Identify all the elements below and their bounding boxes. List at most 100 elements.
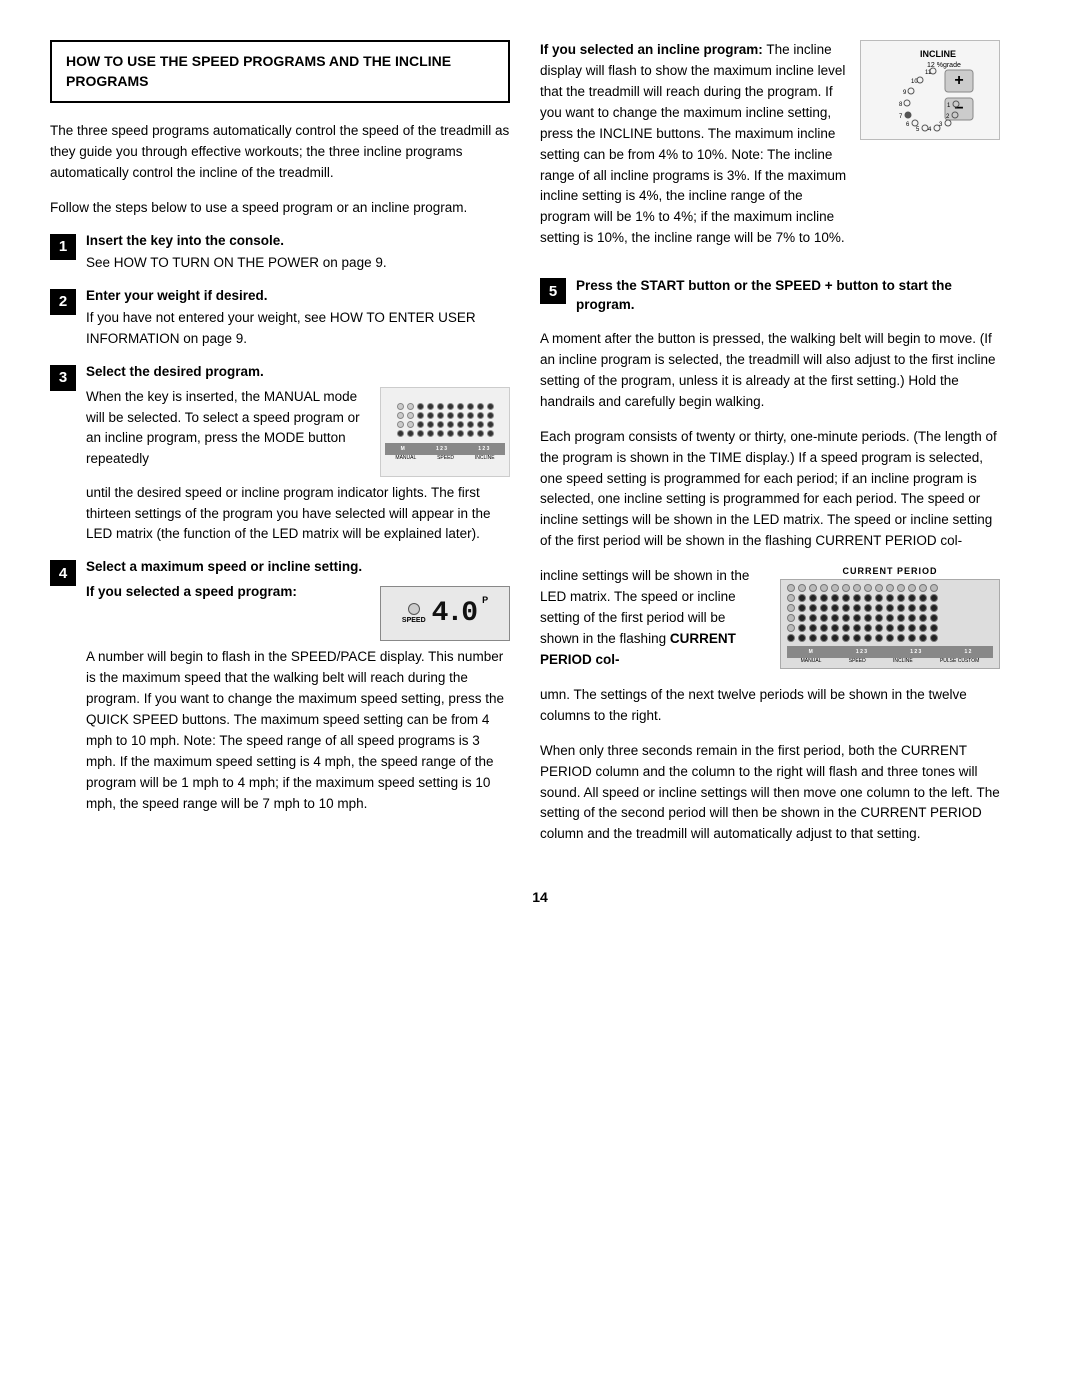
intro-para1: The three speed programs automatically c… xyxy=(50,121,510,184)
cp-dot xyxy=(853,634,861,642)
led-dot xyxy=(447,412,454,419)
step-3-title: Select the desired program. xyxy=(86,364,510,379)
cp-dot xyxy=(798,624,806,632)
svg-text:6: 6 xyxy=(906,122,910,128)
cp-dot xyxy=(864,594,872,602)
cp-dot xyxy=(919,634,927,642)
step-2: 2 Enter your weight if desired. If you h… xyxy=(50,288,510,350)
led-dot xyxy=(397,412,404,419)
cp-dot xyxy=(919,614,927,622)
cp-dot xyxy=(930,594,938,602)
cp-dot xyxy=(853,594,861,602)
cp-dot xyxy=(798,584,806,592)
led-dot xyxy=(477,430,484,437)
cp-dot xyxy=(831,624,839,632)
cp-dot xyxy=(820,634,828,642)
led-label-bar: M 1 2 3 1 2 3 xyxy=(385,443,505,455)
incline-intro: If you selected an incline program: The … xyxy=(540,40,848,249)
cp-dot xyxy=(886,584,894,592)
step-3-number: 3 xyxy=(50,365,76,391)
cp-dot xyxy=(853,604,861,612)
step-2-content: Enter your weight if desired. If you hav… xyxy=(86,288,510,350)
led-dot xyxy=(417,430,424,437)
section-header-box: HOW TO USE THE SPEED PROGRAMS AND THE IN… xyxy=(50,40,510,103)
cp-dot xyxy=(908,634,916,642)
led-dot xyxy=(477,403,484,410)
cp-dot xyxy=(853,584,861,592)
svg-text:5: 5 xyxy=(916,127,920,133)
led-row-1 xyxy=(397,403,494,410)
speed-program-label: If you selected a speed program: xyxy=(86,584,297,599)
cp-dot xyxy=(820,614,828,622)
incline-text: If you selected an incline program: The … xyxy=(540,40,848,263)
current-period-section: incline settings will be shown in the LE… xyxy=(540,566,1000,671)
led-matrix-diagram: M 1 2 3 1 2 3 MANUAL SPEED INCLINE xyxy=(380,387,510,477)
led-dot xyxy=(447,421,454,428)
cp-dot xyxy=(930,604,938,612)
step-2-number: 2 xyxy=(50,289,76,315)
step-2-body: If you have not entered your weight, see… xyxy=(86,308,510,350)
cp-dot xyxy=(809,624,817,632)
step-5-body2-start: Each program consists of twenty or thirt… xyxy=(540,427,1000,553)
cp-row-6 xyxy=(787,634,993,642)
cp-dot xyxy=(897,584,905,592)
step-5-title: Press the START button or the SPEED + bu… xyxy=(576,277,1000,315)
step-5-body1: A moment after the button is pressed, th… xyxy=(540,329,1000,413)
led-dot xyxy=(457,403,464,410)
cp-dot xyxy=(908,604,916,612)
led-dot xyxy=(457,412,464,419)
cp-dot xyxy=(864,624,872,632)
led-dot xyxy=(427,421,434,428)
cp-dot xyxy=(875,624,883,632)
cp-matrix: M 1 2 3 1 2 3 1 2 MANUAL SPEED INCLINE P… xyxy=(780,579,1000,669)
led-dot xyxy=(437,403,444,410)
cp-dot xyxy=(787,604,795,612)
svg-text:INCLINE: INCLINE xyxy=(920,49,956,59)
cp-dot xyxy=(897,624,905,632)
cp-dot xyxy=(919,624,927,632)
cp-dot xyxy=(875,594,883,602)
led-dot xyxy=(477,421,484,428)
cp-row-1 xyxy=(787,584,993,592)
led-dot xyxy=(397,430,404,437)
svg-text:3: 3 xyxy=(939,122,943,128)
cp-dot xyxy=(820,584,828,592)
svg-text:8: 8 xyxy=(899,102,903,108)
led-dot xyxy=(407,412,414,419)
incline-svg: INCLINE 12 %grade + − 11 10 9 xyxy=(865,45,995,135)
speed-digit: 4.0 xyxy=(432,598,476,629)
cp-dot xyxy=(886,624,894,632)
cp-dot xyxy=(886,604,894,612)
cp-dot xyxy=(864,614,872,622)
cp-dot xyxy=(897,604,905,612)
section-title: HOW TO USE THE SPEED PROGRAMS AND THE IN… xyxy=(66,52,494,91)
cp-dot xyxy=(930,634,938,642)
led-dot xyxy=(417,412,424,419)
speed-display-diagram: SPEED 4.0 P xyxy=(380,586,510,641)
cp-row-4 xyxy=(787,614,993,622)
cp-dot xyxy=(787,584,795,592)
cp-dot xyxy=(842,594,850,602)
step-5: 5 Press the START button or the SPEED + … xyxy=(540,277,1000,315)
led-dot xyxy=(467,403,474,410)
cp-dot xyxy=(919,584,927,592)
cp-label-bar: M 1 2 3 1 2 3 1 2 xyxy=(787,646,993,658)
cp-dot xyxy=(897,634,905,642)
step-1-body: See HOW TO TURN ON THE POWER on page 9. xyxy=(86,253,510,274)
cp-dot xyxy=(908,624,916,632)
page-number: 14 xyxy=(50,889,1030,905)
svg-text:4: 4 xyxy=(928,127,932,133)
cp-dot xyxy=(864,604,872,612)
cp-row-3 xyxy=(787,604,993,612)
cp-dot xyxy=(886,634,894,642)
svg-text:9: 9 xyxy=(903,90,907,96)
led-dot xyxy=(427,412,434,419)
cp-dot xyxy=(930,624,938,632)
led-dot xyxy=(467,412,474,419)
current-period-bold: CURRENT xyxy=(670,631,736,646)
cp-dot xyxy=(842,624,850,632)
led-dot xyxy=(487,412,494,419)
cp-dot xyxy=(787,624,795,632)
cp-row-5 xyxy=(787,624,993,632)
cp-dot xyxy=(798,634,806,642)
